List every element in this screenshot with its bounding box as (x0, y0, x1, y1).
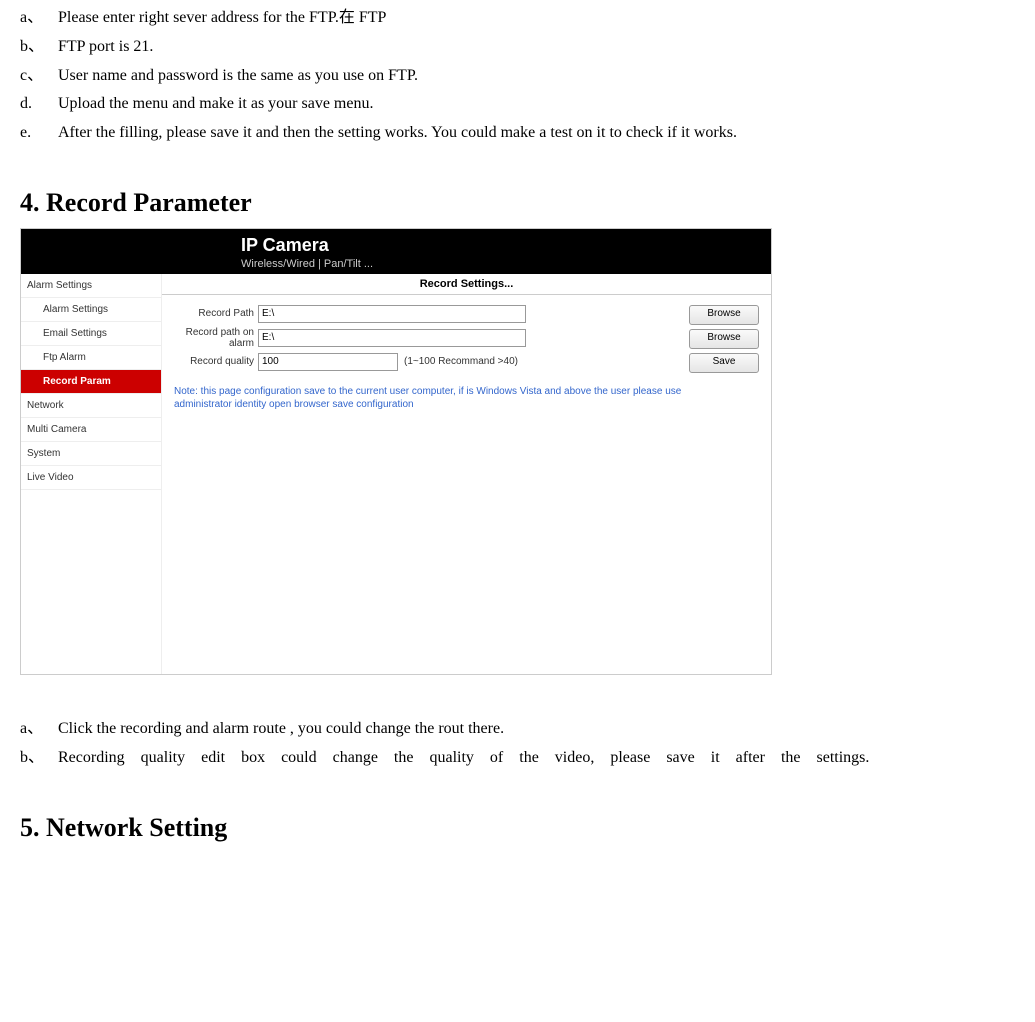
sidebar-item-alarm-settings[interactable]: Alarm Settings (21, 298, 161, 322)
record-path-input[interactable] (258, 305, 526, 323)
header-title: IP Camera (241, 235, 771, 256)
record-path-label: Record Path (174, 308, 258, 319)
list-marker: b、 (20, 744, 58, 773)
section-5-heading: 5. Network Setting (20, 813, 1015, 843)
record-path-alarm-input[interactable] (258, 329, 526, 347)
list-marker: a、 (20, 4, 58, 33)
config-note: Note: this page configuration save to th… (174, 385, 759, 411)
sidebar: Alarm Settings Alarm Settings Email Sett… (21, 274, 162, 674)
panel-title: Record Settings... (162, 274, 771, 295)
main-panel: Record Settings... Record Path Record pa… (162, 274, 771, 674)
record-quality-input[interactable] (258, 353, 398, 371)
record-quality-hint: (1~100 Recommand >40) (404, 356, 518, 367)
save-button[interactable]: Save (689, 353, 759, 373)
sidebar-item-email-settings[interactable]: Email Settings (21, 322, 161, 346)
list-item: e. After the filling, please save it and… (20, 119, 1015, 148)
list-marker: b、 (20, 33, 58, 62)
list-marker: c、 (20, 62, 58, 91)
record-quality-label: Record quality (174, 356, 258, 367)
list-marker: a、 (20, 715, 58, 744)
after-list: a、 Click the recording and alarm route ,… (20, 715, 1015, 773)
section-4-heading: 4. Record Parameter (20, 188, 1015, 218)
list-text: Recording quality edit box could change … (58, 744, 998, 773)
list-item: c、 User name and password is the same as… (20, 62, 1015, 91)
screenshot-header: IP Camera Wireless/Wired | Pan/Tilt ... (21, 229, 771, 274)
sidebar-group-system[interactable]: System (21, 442, 161, 466)
sidebar-item-ftp-alarm[interactable]: Ftp Alarm (21, 346, 161, 370)
list-text: Click the recording and alarm route , yo… (58, 715, 1008, 744)
header-subtitle: Wireless/Wired | Pan/Tilt ... (241, 258, 771, 270)
list-item: b、 FTP port is 21. (20, 33, 1015, 62)
browse-button-1[interactable]: Browse (689, 305, 759, 325)
sidebar-group-alarm[interactable]: Alarm Settings (21, 274, 161, 298)
list-marker: d. (20, 90, 58, 119)
record-path-alarm-label: Record path on alarm (174, 327, 258, 349)
sidebar-item-record-param[interactable]: Record Param (21, 370, 161, 394)
list-item: d. Upload the menu and make it as your s… (20, 90, 1015, 119)
list-item: b、 Recording quality edit box could chan… (20, 744, 1015, 773)
list-text: After the filling, please save it and th… (58, 119, 1008, 148)
list-text: User name and password is the same as yo… (58, 62, 1008, 91)
list-text: Upload the menu and make it as your save… (58, 90, 1008, 119)
list-marker: e. (20, 119, 58, 148)
list-item: a、 Click the recording and alarm route ,… (20, 715, 1015, 744)
list-text: Please enter right sever address for the… (58, 4, 1008, 33)
sidebar-group-multi-camera[interactable]: Multi Camera (21, 418, 161, 442)
list-item: a、 Please enter right sever address for … (20, 4, 1015, 33)
sidebar-group-live-video[interactable]: Live Video (21, 466, 161, 490)
sidebar-group-network[interactable]: Network (21, 394, 161, 418)
browse-button-2[interactable]: Browse (689, 329, 759, 349)
intro-list: a、 Please enter right sever address for … (20, 4, 1015, 148)
list-text: FTP port is 21. (58, 33, 1008, 62)
record-settings-screenshot: IP Camera Wireless/Wired | Pan/Tilt ... … (20, 228, 772, 675)
